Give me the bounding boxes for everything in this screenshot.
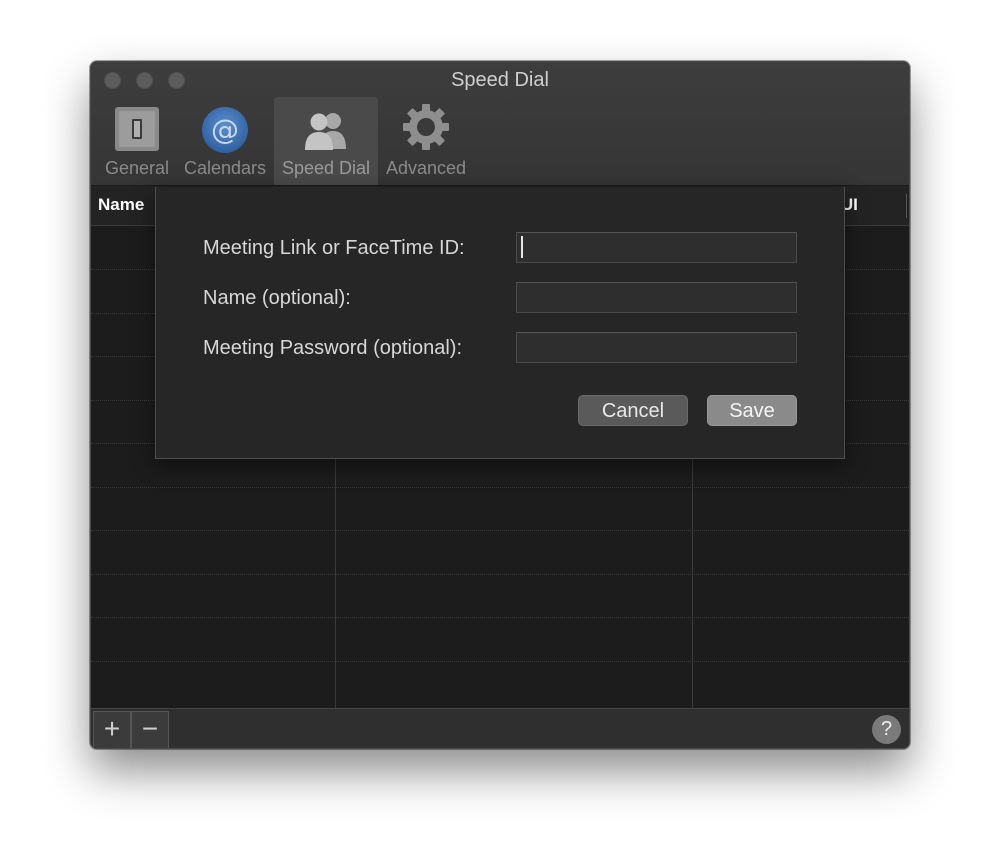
remove-entry-button[interactable]: − xyxy=(131,711,169,748)
table-row xyxy=(91,661,909,662)
save-button[interactable]: Save xyxy=(707,395,797,426)
tab-calendars[interactable]: @ Calendars xyxy=(179,97,271,185)
bottom-bar: + − ? xyxy=(91,708,909,748)
at-sign-icon: @ xyxy=(202,107,248,153)
tab-advanced[interactable]: Advanced xyxy=(383,97,469,185)
table-row xyxy=(91,574,909,575)
column-separator xyxy=(906,194,907,218)
tab-speed-dial[interactable]: Speed Dial xyxy=(274,97,378,185)
title-bar: Speed Dial General @ Calendars Speed Dia… xyxy=(91,62,909,186)
cancel-button[interactable]: Cancel xyxy=(578,395,688,426)
meeting-password-input[interactable] xyxy=(516,332,797,363)
name-input[interactable] xyxy=(516,282,797,313)
meeting-link-input[interactable] xyxy=(516,232,797,263)
tab-speed-dial-label: Speed Dial xyxy=(281,158,371,178)
column-header-name[interactable]: Name xyxy=(98,195,144,215)
text-caret xyxy=(521,236,523,258)
tab-advanced-label: Advanced xyxy=(385,158,467,178)
svg-text:@: @ xyxy=(211,113,239,146)
table-row xyxy=(91,530,909,531)
meeting-link-label: Meeting Link or FaceTime ID: xyxy=(203,237,465,259)
tab-general-label: General xyxy=(104,158,170,178)
tab-general[interactable]: General xyxy=(101,97,173,185)
window-title: Speed Dial xyxy=(451,69,549,91)
add-speed-dial-sheet: Meeting Link or FaceTime ID: Name (optio… xyxy=(155,187,845,459)
gear-icon xyxy=(403,104,449,150)
help-button[interactable]: ? xyxy=(872,715,901,744)
name-label: Name (optional): xyxy=(203,287,351,309)
people-icon xyxy=(305,113,346,150)
tab-calendars-label: Calendars xyxy=(183,158,267,178)
add-entry-button[interactable]: + xyxy=(93,711,131,748)
meeting-password-label: Meeting Password (optional): xyxy=(203,337,463,359)
table-row xyxy=(91,617,909,618)
switch-icon xyxy=(115,107,159,151)
table-row xyxy=(91,487,909,488)
